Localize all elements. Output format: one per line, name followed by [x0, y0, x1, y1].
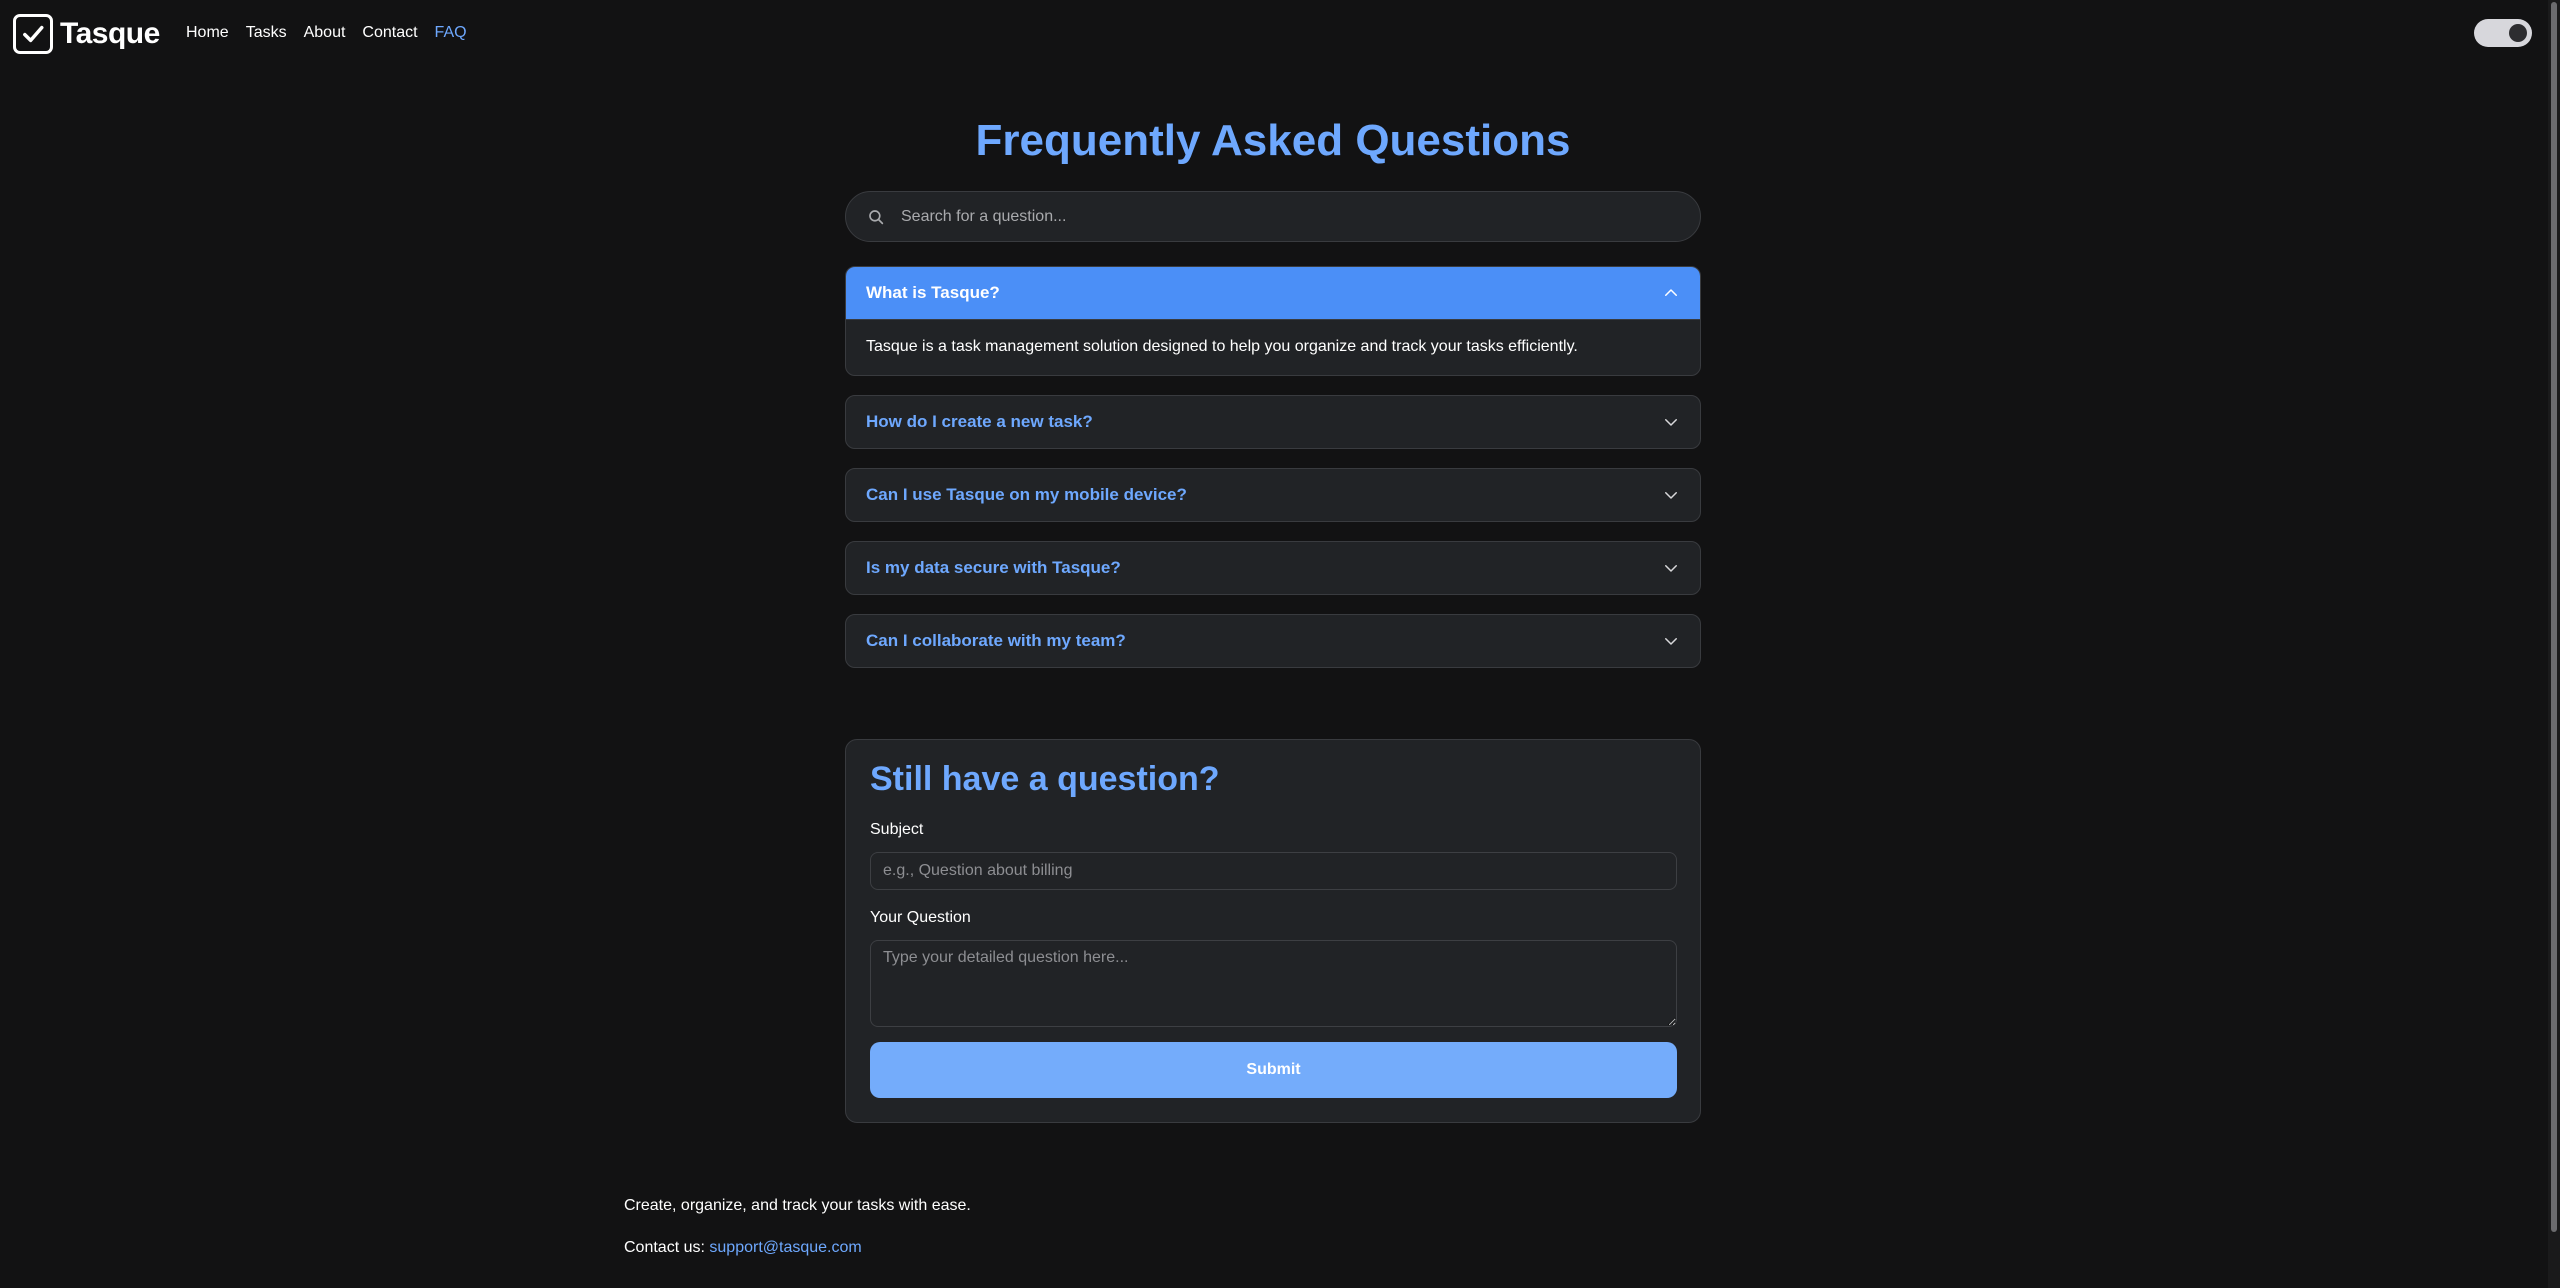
footer-contact: Contact us: support@tasque.com: [624, 1238, 971, 1258]
footer: Create, organize, and track your tasks w…: [624, 1196, 971, 1258]
footer-tagline: Create, organize, and track your tasks w…: [624, 1197, 971, 1214]
contact-prefix: Contact us:: [624, 1239, 705, 1256]
brand-name: Tasque: [60, 17, 160, 50]
chevron-down-icon: [1665, 419, 1677, 426]
question-label: Your Question: [870, 909, 971, 926]
chevron-down-icon: [1665, 565, 1677, 572]
nav-contact-link[interactable]: Contact: [362, 24, 417, 42]
faq-question-button[interactable]: Can I use Tasque on my mobile device?: [846, 469, 1700, 521]
page-scrollbar[interactable]: [2548, 0, 2560, 1288]
nav-faq-link[interactable]: FAQ: [435, 24, 467, 42]
subject-input[interactable]: [870, 852, 1677, 890]
subject-label: Subject: [870, 821, 924, 838]
search-input[interactable]: [901, 192, 1681, 241]
faq-question-button[interactable]: How do I create a new task?: [846, 396, 1700, 448]
faq-question-text: Is my data secure with Tasque?: [866, 558, 1121, 577]
checkmark-icon: [13, 14, 53, 54]
question-form-card: Still have a question? Subject Your Ques…: [845, 739, 1701, 1123]
faq-question-text: Can I collaborate with my team?: [866, 631, 1126, 650]
toggle-knob: [2509, 24, 2527, 42]
faq-item: Is my data secure with Tasque?: [845, 541, 1701, 595]
form-title: Still have a question?: [870, 760, 1220, 798]
nav-tasks-link[interactable]: Tasks: [246, 24, 287, 42]
faq-page: Tasque Home Tasks About Contact FAQ Freq…: [0, 0, 2560, 1288]
faq-item: What is Tasque? Tasque is a task managem…: [845, 266, 1701, 376]
faq-question-text: How do I create a new task?: [866, 412, 1093, 431]
support-email-link[interactable]: support@tasque.com: [709, 1239, 861, 1256]
chevron-down-icon: [1665, 638, 1677, 645]
faq-item: Can I use Tasque on my mobile device?: [845, 468, 1701, 522]
faq-question-button[interactable]: What is Tasque?: [846, 267, 1700, 319]
faq-section: Frequently Asked Questions What is Tasqu…: [845, 108, 1701, 687]
theme-toggle[interactable]: [2474, 19, 2532, 47]
search-icon: [869, 210, 884, 225]
faq-question-text: What is Tasque?: [866, 283, 1000, 302]
faq-answer-text: Tasque is a task management solution des…: [846, 319, 1700, 375]
nav-home-link[interactable]: Home: [186, 24, 229, 42]
nav-about-link[interactable]: About: [304, 24, 346, 42]
top-navbar: Tasque Home Tasks About Contact FAQ: [0, 0, 2548, 68]
chevron-down-icon: [1665, 492, 1677, 499]
faq-question-button[interactable]: Is my data secure with Tasque?: [846, 542, 1700, 594]
faq-search: [845, 191, 1701, 242]
scrollbar-thumb[interactable]: [2551, 2, 2557, 1232]
faq-item: How do I create a new task?: [845, 395, 1701, 449]
chevron-up-icon: [1665, 289, 1677, 296]
submit-button[interactable]: Submit: [870, 1042, 1677, 1098]
faq-list: What is Tasque? Tasque is a task managem…: [845, 266, 1701, 668]
main-nav: Home Tasks About Contact FAQ: [186, 24, 467, 42]
page-title: Frequently Asked Questions: [975, 116, 1571, 165]
brand-logo[interactable]: Tasque: [13, 14, 160, 54]
faq-question-text: Can I use Tasque on my mobile device?: [866, 485, 1187, 504]
faq-question-button[interactable]: Can I collaborate with my team?: [846, 615, 1700, 667]
question-textarea[interactable]: [870, 940, 1677, 1027]
faq-item: Can I collaborate with my team?: [845, 614, 1701, 668]
